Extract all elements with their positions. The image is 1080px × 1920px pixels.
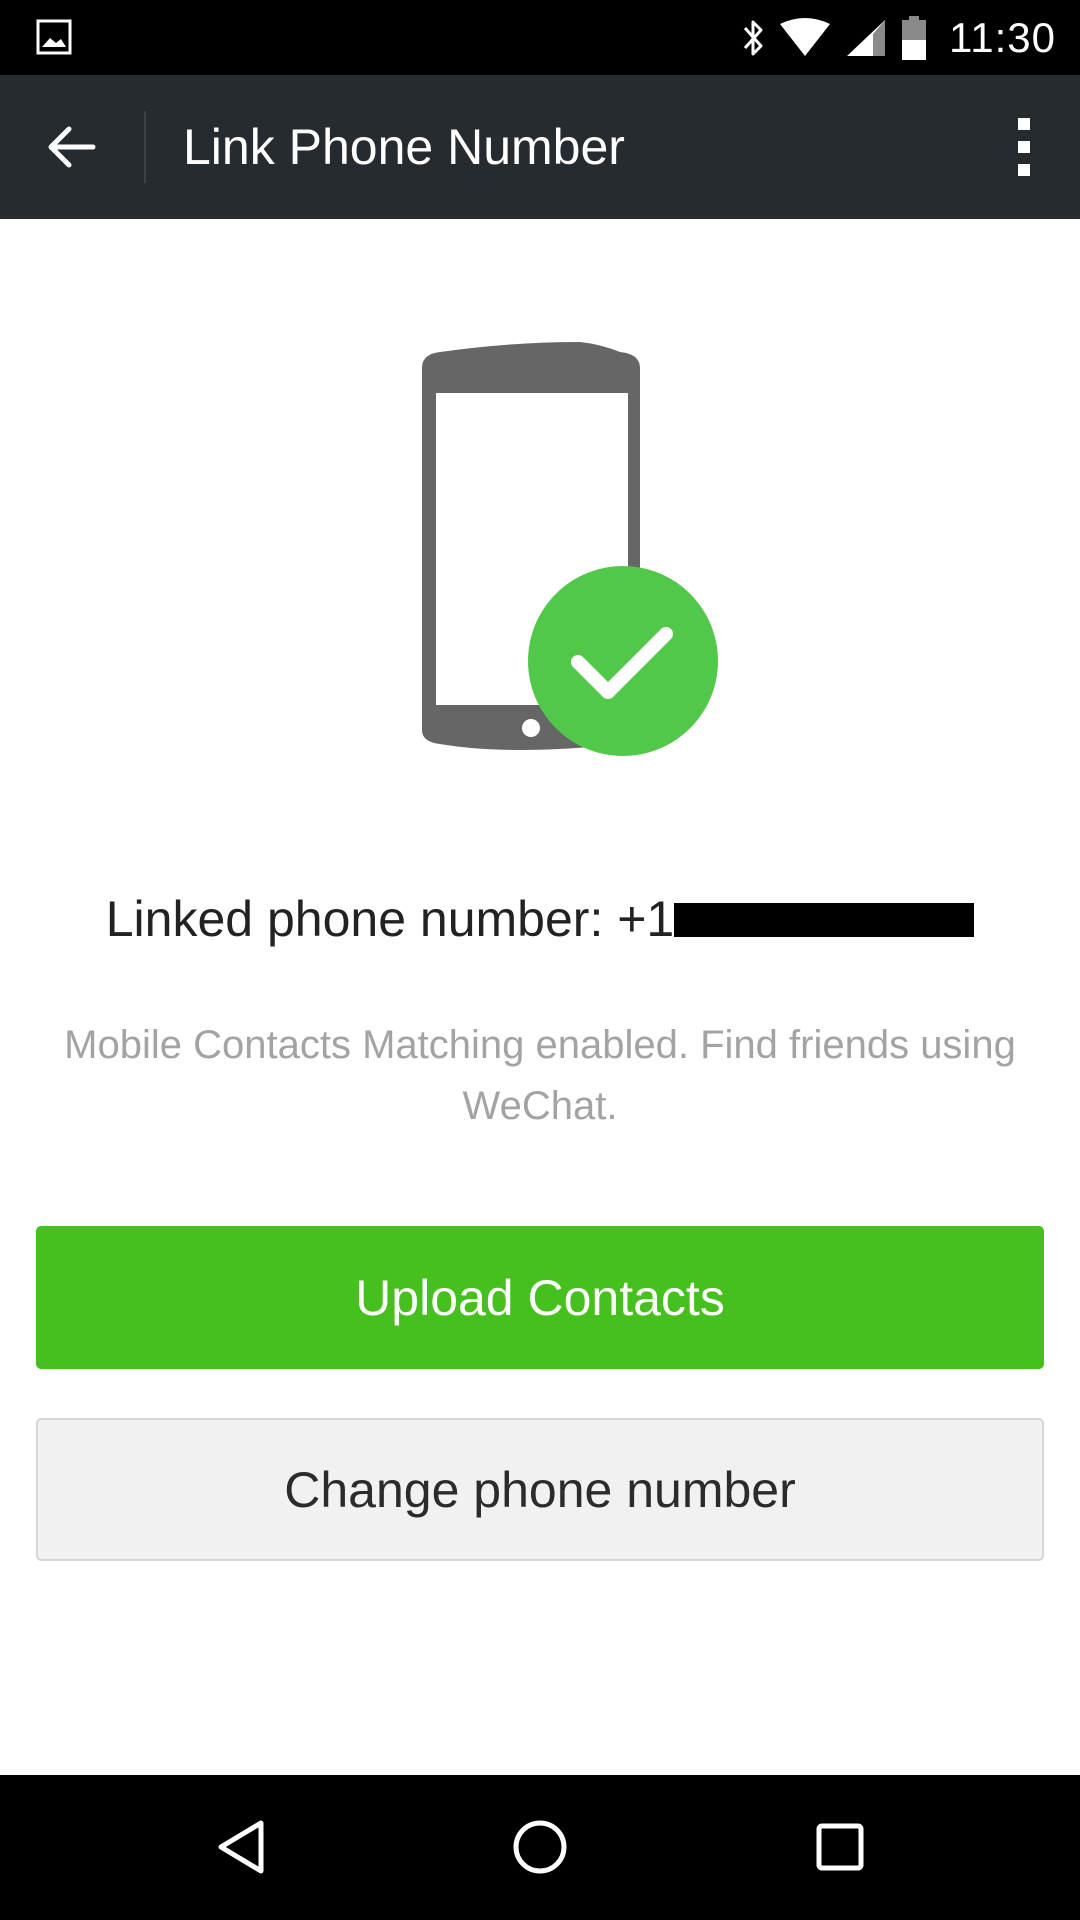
screen: 11:30 Link Phone Number Linked phone num… [0, 0, 1080, 1920]
bluetooth-icon [741, 18, 765, 58]
status-bar: 11:30 [0, 0, 1080, 75]
nav-home-button[interactable] [495, 1807, 585, 1887]
navigation-bar [0, 1775, 1080, 1920]
page-title: Link Phone Number [183, 119, 625, 175]
linked-number-label: Linked phone number: +1 [105, 891, 675, 947]
overflow-menu-button[interactable] [994, 111, 1054, 183]
upload-contacts-button[interactable]: Upload Contacts [36, 1226, 1044, 1369]
app-bar-divider [144, 111, 146, 183]
back-button[interactable] [30, 111, 114, 183]
matching-description: Mobile Contacts Matching enabled. Find f… [64, 1023, 1016, 1128]
change-phone-number-button[interactable]: Change phone number [36, 1418, 1044, 1561]
phone-with-check-icon [400, 340, 740, 780]
arrow-back-icon [48, 126, 96, 168]
wifi-icon [779, 17, 831, 58]
redacted-number [674, 902, 975, 937]
app-bar: Link Phone Number [0, 75, 1080, 219]
change-phone-number-label: Change phone number [284, 1461, 796, 1518]
cell-signal-icon [845, 18, 887, 58]
nav-back-button[interactable] [196, 1807, 286, 1887]
linked-phone-number: Linked phone number: +1 [0, 890, 1080, 948]
more-vert-icon [1018, 118, 1030, 176]
nav-recents-button[interactable] [795, 1807, 885, 1887]
check-badge [528, 566, 718, 756]
nav-back-icon [218, 1820, 264, 1874]
nav-home-icon [513, 1820, 567, 1874]
upload-contacts-label: Upload Contacts [355, 1269, 725, 1326]
status-icons: 11:30 [727, 0, 1056, 75]
nav-recents-icon [816, 1823, 864, 1871]
status-time: 11:30 [949, 13, 1056, 61]
battery-icon [901, 15, 927, 60]
image-icon [36, 19, 72, 55]
